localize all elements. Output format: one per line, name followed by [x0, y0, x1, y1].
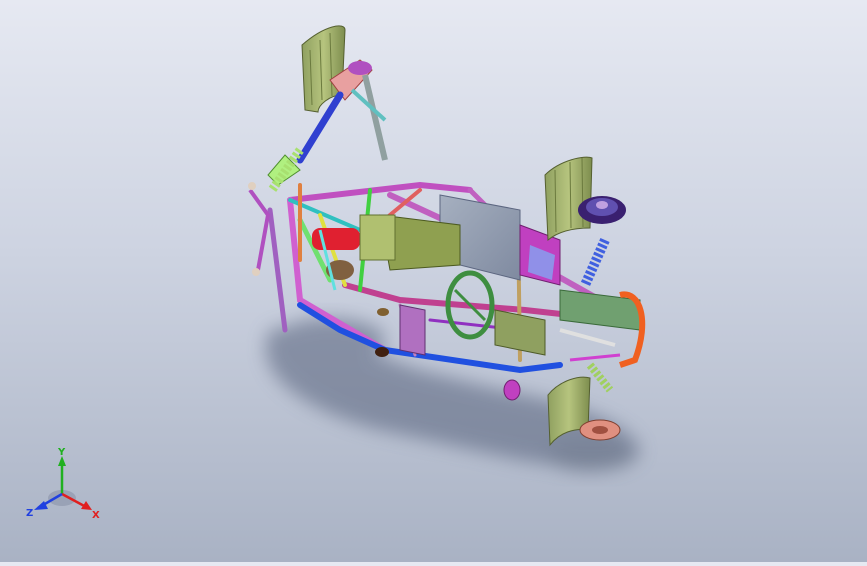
y-axis-label: Y: [57, 447, 66, 458]
front-fender-right[interactable]: [544, 156, 593, 242]
graphics-viewport[interactable]: Y X Z: [0, 0, 867, 562]
front-fender-lower[interactable]: [547, 376, 621, 447]
front-suspension[interactable]: [559, 237, 646, 393]
front-hub-top[interactable]: [578, 196, 626, 224]
x-axis-label: X: [92, 510, 100, 521]
model-render[interactable]: [0, 0, 867, 562]
z-axis-label: Z: [26, 508, 33, 519]
rear-tie-rod[interactable]: [248, 182, 271, 276]
coordinate-triad: Y X Z: [24, 446, 104, 522]
